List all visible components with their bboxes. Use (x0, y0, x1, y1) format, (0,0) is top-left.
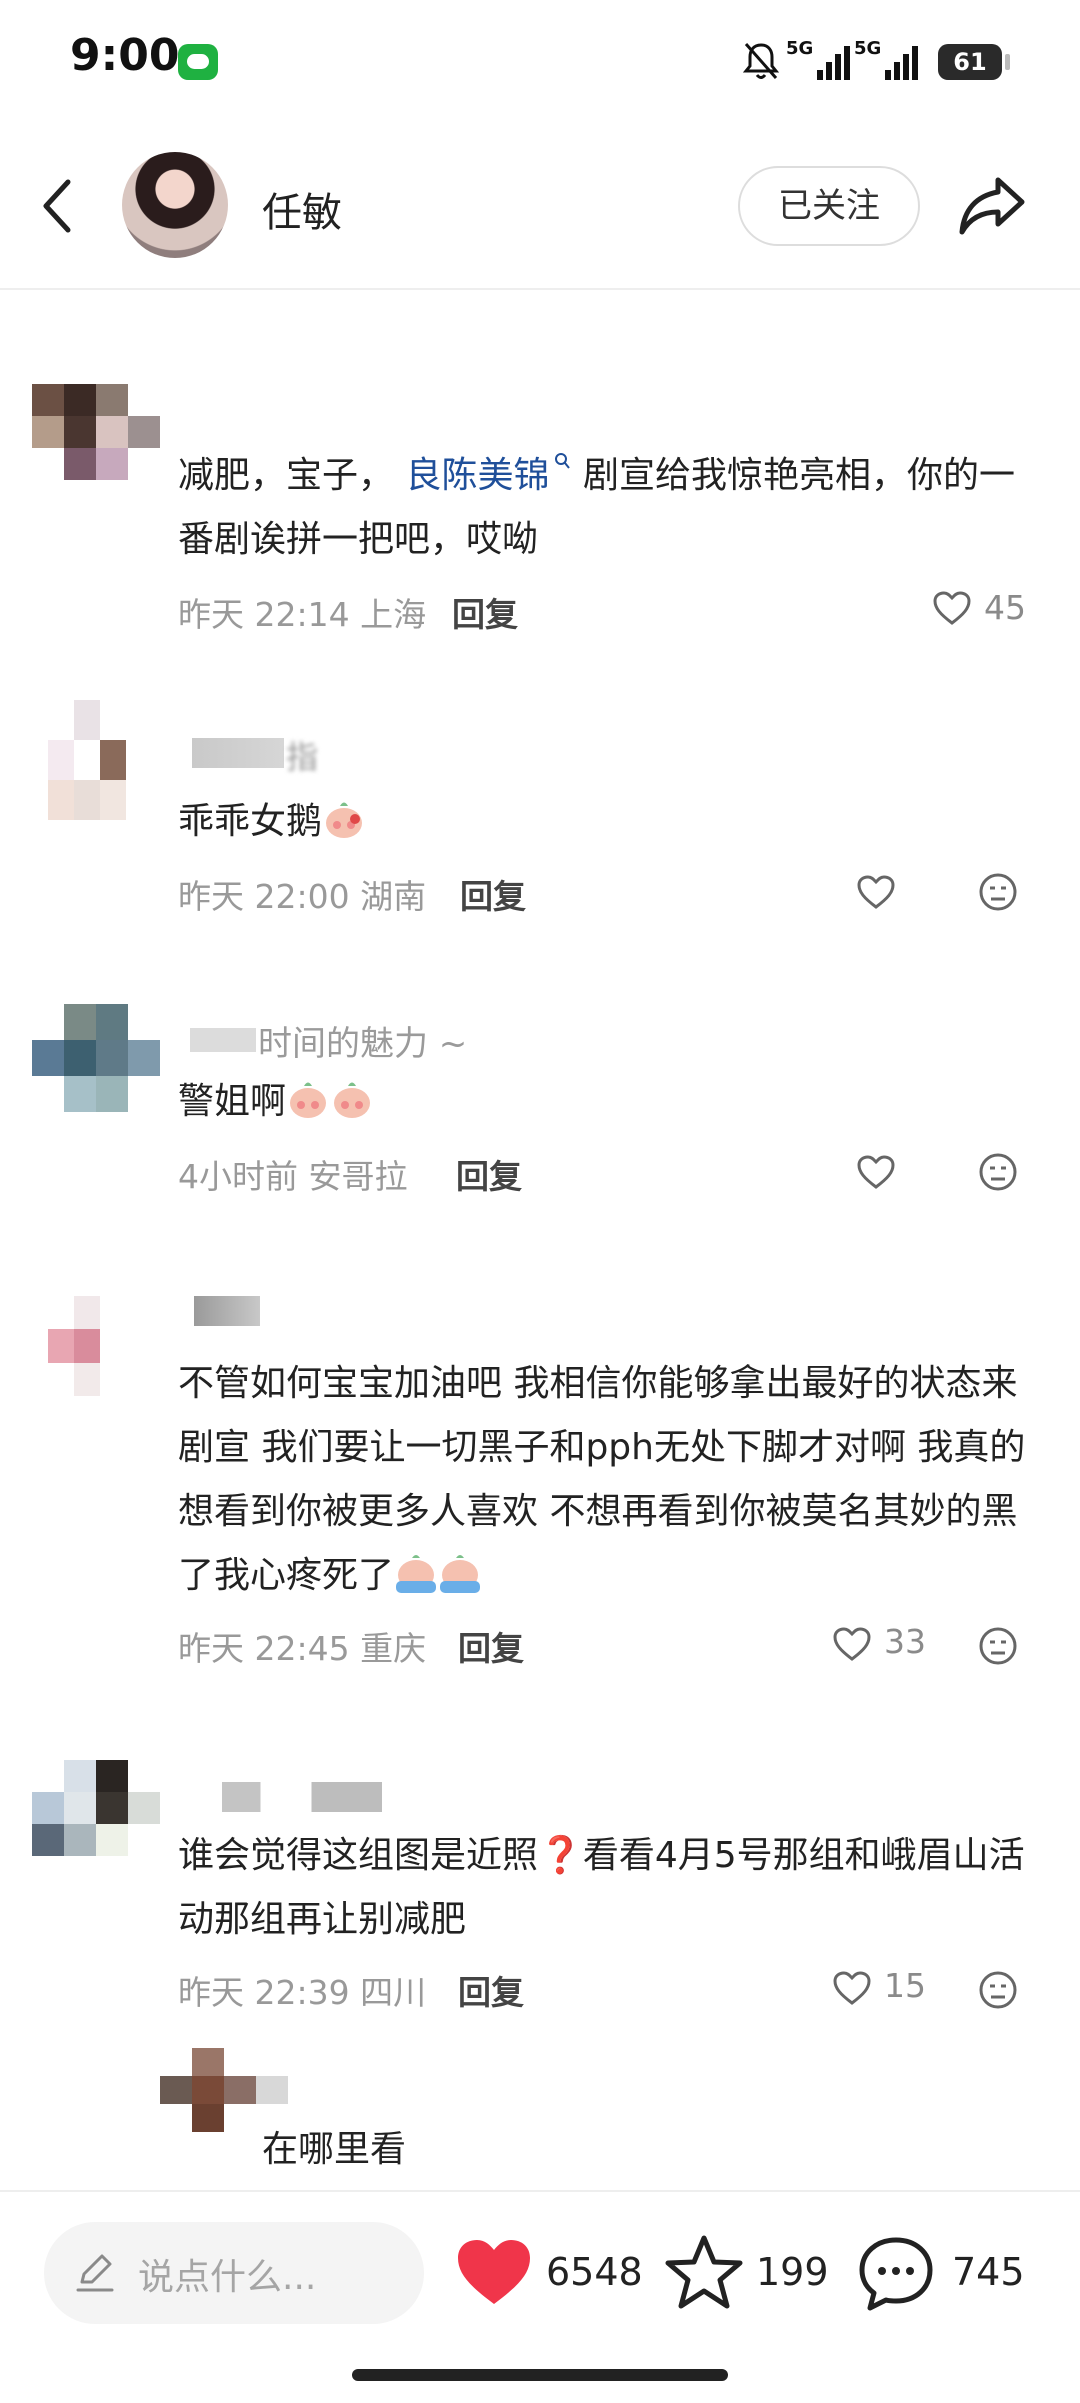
heart-icon[interactable] (932, 590, 972, 626)
heart-icon[interactable] (832, 1970, 872, 2006)
like-count-total: 6548 (546, 2250, 643, 2294)
comment-text: 警姐啊 (178, 1070, 374, 1134)
back-icon[interactable] (38, 176, 78, 236)
like-count: 33 (884, 1622, 926, 1661)
commenter-avatar[interactable] (48, 1296, 152, 1396)
crying-emoji-icon (440, 1555, 481, 1593)
bell-off-icon (742, 43, 780, 79)
comment-text-part: 警姐啊 (178, 1081, 287, 1122)
comment-text-part: 减肥，宝子， (178, 455, 395, 496)
network-label: 5G (786, 38, 814, 59)
comment-input-placeholder[interactable]: 说点什么... (138, 2248, 316, 2300)
face-icon[interactable] (978, 1970, 1018, 2010)
comment-count: 745 (952, 2250, 1025, 2294)
comment-text: 不管如何宝宝加油吧 我相信你能够拿出最好的状态来剧宣 我们要让一切黑子和pph无… (178, 1352, 1038, 1608)
comment-meta: 昨天 22:00 湖南 (178, 877, 427, 916)
comment-text-part: 不管如何宝宝加油吧 我相信你能够拿出最好的状态来剧宣 我们要让一切黑子和pph无… (178, 1363, 1026, 1596)
comment-text: 减肥，宝子， 良陈美锦 剧宣给我惊艳亮相，你的一番剧诶拼一把吧，哎呦 (178, 444, 1038, 572)
reply-button[interactable]: 回复 (460, 870, 526, 918)
commenter-avatar[interactable] (32, 1760, 160, 1856)
crying-emoji-icon (396, 1555, 437, 1593)
username-mosaic (190, 1028, 256, 1052)
network-label: 5G (854, 38, 882, 59)
home-indicator[interactable] (352, 2369, 728, 2381)
commenter-name[interactable]: 时间的魅力 ~ (258, 1016, 467, 1065)
author-avatar[interactable] (122, 152, 228, 258)
comment-meta: 昨天 22:39 四川 (178, 1973, 427, 2012)
face-icon[interactable] (978, 872, 1018, 912)
comment-icon[interactable] (856, 2234, 936, 2314)
signal-bars-icon (817, 42, 851, 80)
face-icon[interactable] (978, 1152, 1018, 1192)
drama-link-label: 良陈美锦 (405, 455, 550, 496)
reply-button[interactable]: 回复 (458, 1966, 524, 2014)
comment-text-part: 乖乖女鹅 (178, 801, 323, 842)
peach-emoji-icon (334, 1082, 371, 1118)
username-mosaic (222, 1782, 382, 1812)
comment-meta: 昨天 22:14 上海 (178, 595, 427, 634)
favorite-count: 199 (756, 2250, 829, 2294)
comment-meta: 4小时前 安哥拉 (178, 1157, 408, 1196)
username-mosaic (192, 738, 284, 768)
header-divider (0, 288, 1080, 290)
like-button-icon[interactable] (454, 2236, 534, 2308)
heart-icon[interactable] (856, 1154, 896, 1190)
battery-indicator: 61 (938, 44, 1010, 80)
reply-text: 在哪里看 (262, 2129, 407, 2170)
heart-icon[interactable] (856, 874, 896, 910)
chat-notification-icon (178, 44, 218, 80)
username-mosaic (194, 1296, 260, 1326)
commenter-name[interactable]: 指 (286, 732, 318, 778)
peach-emoji-icon (290, 1082, 327, 1118)
heart-icon[interactable] (832, 1626, 872, 1662)
pen-icon (76, 2254, 114, 2292)
signal-indicator-2: 5G (854, 38, 919, 84)
status-time: 9:00 (70, 30, 180, 81)
comment-text: 谁会觉得这组图是近照❓看看4月5号那组和峨眉山活动那组再让别减肥 (178, 1835, 1025, 1940)
drama-link[interactable]: 良陈美锦 (405, 453, 571, 496)
reply-button[interactable]: 回复 (452, 588, 518, 636)
like-count: 15 (884, 1966, 926, 2005)
commenter-avatar[interactable] (32, 1004, 160, 1112)
share-icon[interactable] (958, 170, 1028, 240)
commenter-avatar[interactable] (48, 700, 152, 820)
star-icon[interactable] (664, 2232, 744, 2312)
follow-button[interactable]: 已关注 (738, 166, 920, 246)
author-name[interactable]: 任敏 (262, 180, 342, 238)
commenter-avatar[interactable] (32, 384, 160, 480)
search-icon (555, 453, 571, 469)
face-icon[interactable] (978, 1626, 1018, 1666)
reply-button[interactable]: 回复 (458, 1622, 524, 1670)
comment-meta: 昨天 22:45 重庆 (178, 1629, 427, 1668)
like-count: 45 (984, 588, 1026, 627)
signal-bars-icon (885, 42, 919, 80)
bottom-divider (0, 2190, 1080, 2192)
signal-indicator-1: 5G (786, 38, 851, 84)
reply-button[interactable]: 回复 (456, 1150, 522, 1198)
comment-text: 乖乖女鹅 (178, 790, 366, 854)
blush-emoji-icon (326, 802, 363, 838)
